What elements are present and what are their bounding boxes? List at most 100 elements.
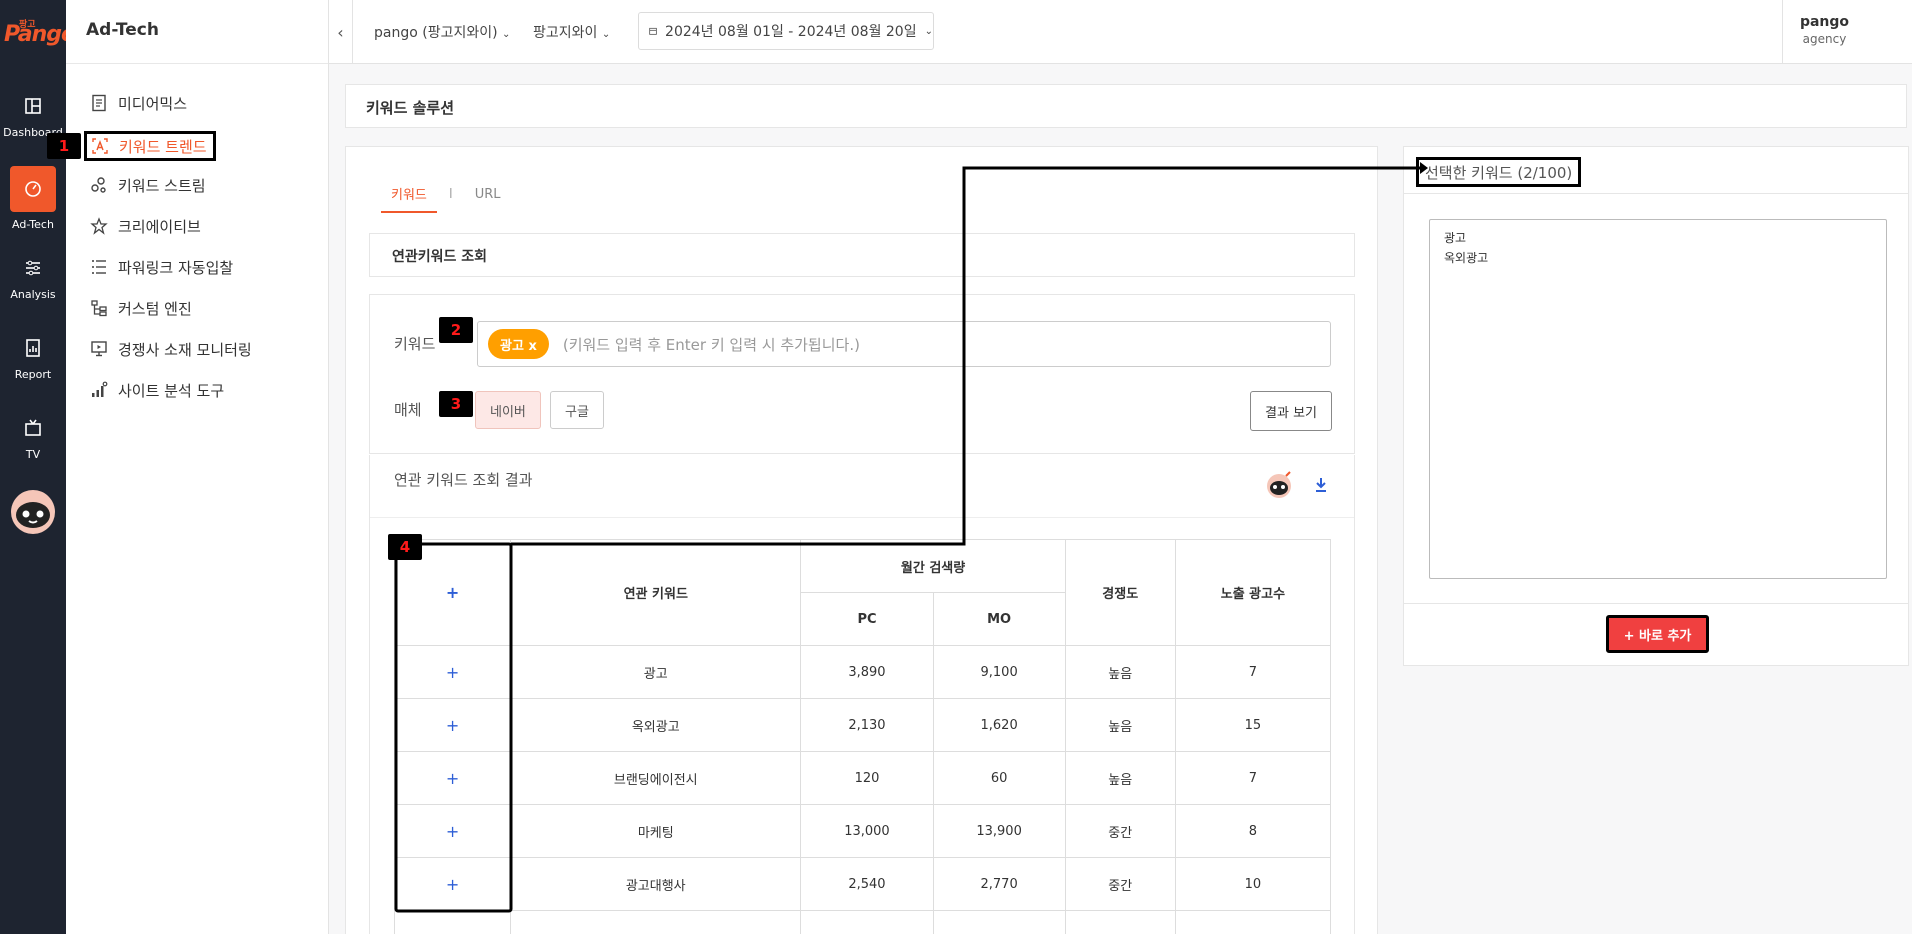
sidebar-app-title: Ad-Tech [66, 0, 328, 64]
sidebar-item-label: 크리에이티브 [118, 217, 201, 236]
pc-volume-cell: 2,130 [800, 698, 934, 752]
mo-volume-cell: 1,620 [932, 698, 1066, 752]
tab-separator: I [448, 186, 453, 202]
competition-cell: 중간 [1064, 857, 1176, 911]
rail-item-analysis[interactable]: Analysis [0, 258, 66, 328]
tab-url[interactable]: URL [465, 187, 511, 210]
rail-label-analysis: Analysis [10, 288, 56, 301]
tree-icon [91, 300, 107, 317]
date-range-label: 2024년 08월 01일 - 2024년 08월 20일 [665, 24, 917, 40]
keyword-trend-icon [92, 138, 108, 154]
sidebar-item-custom-engine[interactable]: 커스텀 엔진 [90, 294, 192, 322]
pc-volume-cell: 2,540 [800, 857, 934, 911]
add-now-button[interactable]: + 바로 추가 [1606, 615, 1709, 653]
pc-volume-cell: 13,000 [800, 804, 934, 858]
annotation-badge-4: 4 [388, 534, 422, 560]
annotation-badge-3: 3 [439, 391, 473, 417]
list-icon [92, 260, 106, 274]
media-naver-button[interactable]: 네이버 [475, 391, 541, 429]
chevron-down-icon: ⌄ [601, 29, 611, 40]
sidebar-item-label: 키워드 트렌드 [119, 137, 207, 156]
account-dropdown[interactable]: pango (팡고지와이) ⌄ [374, 22, 510, 42]
competition-cell: 높음 [1064, 698, 1176, 752]
add-keyword-button[interactable]: + [446, 822, 459, 841]
gauge-icon [25, 181, 41, 197]
side-divider-bottom [1404, 603, 1908, 604]
sidebar-item-keyword-trend[interactable]: 키워드 트렌드 [84, 131, 216, 161]
column-header-monthly-search: 월간 검색량 [800, 539, 1066, 593]
sidebar-item-site-analysis[interactable]: 사이트 분석 도구 [90, 376, 224, 404]
date-range-picker[interactable]: 2024년 08월 01일 - 2024년 08월 20일 ⌄ [638, 12, 934, 50]
tab-keyword[interactable]: 키워드 [381, 184, 437, 213]
pc-volume-cell: 3,890 [800, 645, 934, 699]
brand-dropdown[interactable]: 팡고지와이 ⌄ [533, 22, 610, 42]
account-dropdown-label: pango (팡고지와이) [374, 25, 498, 41]
rail-label-report: Report [14, 368, 52, 381]
selected-keywords-textarea[interactable]: 광고 옥외광고 [1429, 219, 1887, 579]
stream-icon [91, 177, 106, 193]
add-keyword-button[interactable]: + [446, 716, 459, 735]
sidebar-item-powerlink-bidding[interactable]: 파워링크 자동입찰 [90, 253, 233, 281]
add-keyword-button[interactable]: + [446, 875, 459, 894]
column-header-ad-count: 노출 광고수 [1174, 539, 1332, 646]
report-icon [26, 339, 40, 357]
keyword-results-table: + 연관 키워드 월간 검색량 경쟁도 노출 광고수 PC MO + 광고 3,… [393, 539, 1332, 934]
download-icon[interactable] [1314, 477, 1328, 493]
mo-volume-cell: 2,770 [932, 857, 1066, 911]
side-divider [1404, 193, 1908, 194]
rail-item-report[interactable]: Report [0, 338, 66, 408]
keyword-solution-card: 키워드 I URL 연관키워드 조회 키워드 광고 x (키워드 입력 후 En… [345, 146, 1378, 934]
rail-item-adtech[interactable]: Ad-Tech [0, 166, 66, 236]
mo-volume-cell: 9,100 [932, 645, 1066, 699]
query-form: 키워드 광고 x (키워드 입력 후 Enter 키 입력 시 추가됩니다.) … [369, 294, 1355, 454]
media-google-button[interactable]: 구글 [550, 391, 604, 429]
collapse-sidebar-button[interactable]: ‹ [329, 0, 353, 64]
selected-keywords-panel: 선택한 키워드 (2/100) 광고 옥외광고 + 바로 추가 [1403, 146, 1909, 666]
column-header-mo: MO [932, 592, 1066, 646]
table-row-partial [393, 910, 1332, 934]
table-row: + 광고대행사 2,540 2,770 중간 10 [393, 857, 1332, 911]
selected-keywords-title: 선택한 키워드 (2/100) [1416, 157, 1582, 187]
mo-volume-cell: 60 [932, 751, 1066, 805]
sidebar-item-label: 키워드 스트림 [118, 176, 206, 195]
pango-logo[interactable]: 팡고 Pango [4, 14, 76, 50]
add-keyword-button[interactable]: + [446, 769, 459, 788]
annotation-badge-1: 1 [47, 133, 81, 159]
view-results-button[interactable]: 결과 보기 [1250, 391, 1332, 431]
ad-count-cell: 7 [1174, 751, 1332, 805]
add-keyword-button[interactable]: + [446, 663, 459, 682]
results-title: 연관 키워드 조회 결과 [394, 471, 533, 489]
sliders-icon [26, 260, 40, 276]
keyword-row: 키워드 [394, 333, 444, 354]
brand-dropdown-label: 팡고지와이 [533, 25, 598, 41]
user-menu[interactable]: pango agency [1782, 0, 1866, 64]
keyword-cell: 옥외광고 [510, 698, 802, 752]
rail-label-tv: TV [25, 448, 41, 461]
ad-count-cell: 7 [1174, 645, 1332, 699]
sidebar-item-competitor-monitoring[interactable]: 경쟁사 소재 모니터링 [90, 335, 252, 363]
keyword-label: 키워드 [394, 335, 436, 353]
keyword-cell: 광고대행사 [510, 857, 802, 911]
sidebar-item-keyword-stream[interactable]: 키워드 스트림 [90, 171, 206, 199]
mascot-icon[interactable] [7, 488, 59, 536]
ad-count-cell: 15 [1174, 698, 1332, 752]
sidebar-item-label: 경쟁사 소재 모니터링 [118, 340, 252, 359]
pc-volume-cell: 120 [800, 751, 934, 805]
ad-count-cell: 10 [1174, 857, 1332, 911]
query-section-title: 연관키워드 조회 [392, 249, 488, 265]
rail-item-tv[interactable]: TV [0, 418, 66, 488]
sidebar-item-media-mix[interactable]: 미디어믹스 [90, 89, 187, 117]
query-section-header: 연관키워드 조회 [369, 233, 1355, 277]
rail-active-box [10, 166, 56, 212]
user-role: agency [1802, 32, 1847, 46]
ai-robot-icon[interactable] [1264, 471, 1294, 499]
keyword-chip[interactable]: 광고 x [488, 329, 549, 359]
sidebar-item-label: 커스텀 엔진 [118, 299, 192, 318]
add-all-button[interactable]: + [446, 583, 459, 602]
keyword-input[interactable]: 광고 x (키워드 입력 후 Enter 키 입력 시 추가됩니다.) [477, 321, 1331, 367]
annotation-badge-2: 2 [439, 317, 473, 343]
chevron-left-icon: ‹ [337, 22, 344, 42]
calendar-icon [649, 27, 657, 35]
sidebar-item-creative[interactable]: 크리에이티브 [90, 212, 201, 240]
media-label: 매체 [394, 401, 422, 419]
